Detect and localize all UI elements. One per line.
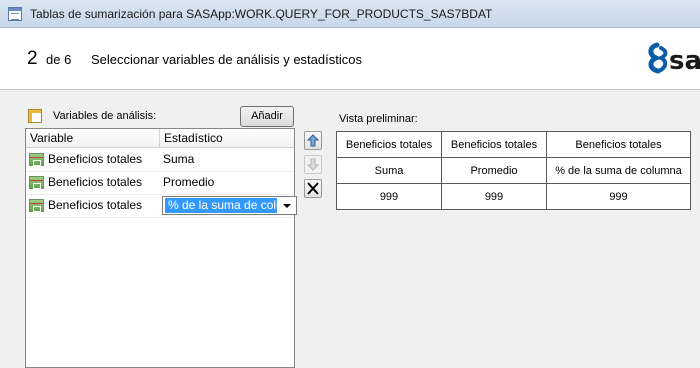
wizard-header: 2 de 6 Seleccionar variables de análisis… bbox=[0, 28, 700, 90]
table-window-icon bbox=[8, 7, 22, 21]
analysis-variables-list[interactable]: Variable Estadístico Beneficios totales … bbox=[25, 128, 297, 368]
sas-logo: sas bbox=[645, 41, 700, 75]
preview-stat-cell: Suma bbox=[336, 157, 442, 184]
preview-header-cell: Beneficios totales bbox=[441, 131, 547, 158]
column-header-variable[interactable]: Variable bbox=[26, 129, 161, 147]
preview-value-cell: 999 bbox=[441, 183, 547, 210]
analysis-variables-label: Variables de análisis: bbox=[53, 110, 157, 122]
move-down-button[interactable] bbox=[304, 155, 322, 174]
list-item[interactable]: Beneficios totales Promedio bbox=[26, 171, 294, 195]
step-title: Seleccionar variables de análisis y esta… bbox=[91, 52, 362, 67]
delete-button[interactable] bbox=[304, 179, 322, 198]
step-number: 2 bbox=[27, 48, 38, 69]
table-row: Suma Promedio % de la suma de columna bbox=[336, 157, 691, 184]
numeric-variable-icon bbox=[29, 153, 44, 166]
numeric-variable-icon bbox=[29, 199, 44, 212]
variable-name: Beneficios totales bbox=[48, 198, 143, 212]
move-down-icon bbox=[307, 158, 319, 171]
chevron-down-icon[interactable] bbox=[283, 204, 291, 208]
preview-stat-cell: % de la suma de columna bbox=[546, 157, 691, 184]
window-title: Tablas de sumarización para SASApp:WORK.… bbox=[30, 7, 493, 21]
svg-text:sas: sas bbox=[669, 46, 700, 75]
title-bar: Tablas de sumarización para SASApp:WORK.… bbox=[0, 0, 700, 28]
variable-name: Beneficios totales bbox=[48, 175, 143, 189]
add-button[interactable]: Añadir bbox=[240, 106, 294, 127]
preview-header-cell: Beneficios totales bbox=[546, 131, 691, 158]
preview-stat-cell: Promedio bbox=[441, 157, 547, 184]
preview-header-cell: Beneficios totales bbox=[336, 131, 442, 158]
statistic-selected-value: % de la suma de columna bbox=[165, 198, 277, 213]
numeric-variable-icon bbox=[29, 176, 44, 189]
table-row: Beneficios totales Beneficios totales Be… bbox=[336, 131, 691, 158]
list-header: Variable Estadístico bbox=[26, 129, 294, 148]
preview-value-cell: 999 bbox=[546, 183, 691, 210]
preview-label: Vista preliminar: bbox=[339, 113, 418, 125]
move-up-icon bbox=[307, 134, 319, 147]
step-count: de 6 bbox=[46, 52, 72, 67]
preview-table: Beneficios totales Beneficios totales Be… bbox=[336, 131, 691, 210]
table-row: 999 999 999 bbox=[336, 183, 691, 210]
statistic-dropdown[interactable]: % de la suma de columna bbox=[162, 196, 297, 215]
analysis-variables-icon bbox=[28, 109, 42, 123]
column-header-statistic[interactable]: Estadístico bbox=[159, 129, 299, 147]
list-item[interactable]: Beneficios totales Suma bbox=[26, 148, 294, 172]
statistic-cell[interactable]: Promedio bbox=[163, 175, 214, 189]
preview-value-cell: 999 bbox=[336, 183, 442, 210]
variable-name: Beneficios totales bbox=[48, 152, 143, 166]
statistic-cell[interactable]: Suma bbox=[163, 152, 194, 166]
delete-icon bbox=[307, 182, 319, 195]
list-item[interactable]: Beneficios totales % de la suma de colum… bbox=[26, 194, 297, 218]
move-up-button[interactable] bbox=[304, 131, 322, 150]
